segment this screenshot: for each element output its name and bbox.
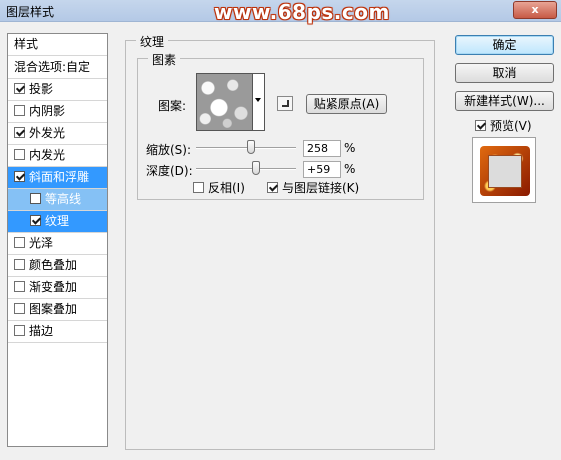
snap-origin-button[interactable]: 贴紧原点(A) <box>306 94 387 114</box>
drop-shadow-checkbox[interactable] <box>14 83 25 94</box>
gradient-overlay-checkbox[interactable] <box>14 281 25 292</box>
pattern-label: 图案: <box>158 99 187 113</box>
satin-checkbox[interactable] <box>14 237 25 248</box>
depth-unit: % <box>344 162 356 176</box>
style-list-item-satin[interactable]: 光泽 <box>8 233 107 255</box>
depth-label: 深度(D): <box>146 164 193 178</box>
style-list-item-blend-options[interactable]: 混合选项:自定 <box>8 57 107 79</box>
pattern-subgroup-title: 图素 <box>148 51 181 68</box>
preview-checkbox[interactable] <box>475 120 486 131</box>
invert-checkbox[interactable] <box>193 182 204 193</box>
inner-shadow-checkbox[interactable] <box>14 105 25 116</box>
preview-option[interactable]: 预览(V) <box>475 117 532 134</box>
style-list-item-texture[interactable]: 纹理 <box>8 211 107 233</box>
style-list-item-inner-glow[interactable]: 内发光 <box>8 145 107 167</box>
pattern-dropdown[interactable] <box>253 73 265 131</box>
new-preset-button[interactable] <box>277 96 293 111</box>
style-list-item-bevel-emboss[interactable]: 斜面和浮雕 <box>8 167 107 189</box>
style-list-item-gradient-overlay[interactable]: 渐变叠加 <box>8 277 107 299</box>
scale-label: 缩放(S): <box>146 143 192 157</box>
style-preview-thumbnail <box>472 137 536 203</box>
scale-slider-thumb[interactable] <box>247 140 255 154</box>
depth-slider-track[interactable] <box>196 168 296 170</box>
depth-slider-thumb[interactable] <box>252 161 260 175</box>
pattern-swatch[interactable] <box>196 73 253 131</box>
scale-slider-track[interactable] <box>196 147 296 149</box>
link-with-layer-option[interactable]: 与图层链接(K) <box>267 179 359 196</box>
title-bar: 图层样式 www.68ps.com x <box>0 0 561 24</box>
style-list: 样式 混合选项:自定 投影 内阴影 外发光 内发光 斜面和浮雕 等高线 纹理 光… <box>7 33 108 447</box>
inner-glow-checkbox[interactable] <box>14 149 25 160</box>
outer-glow-checkbox[interactable] <box>14 127 25 138</box>
new-style-button[interactable]: 新建样式(W)... <box>455 91 554 111</box>
pattern-overlay-checkbox[interactable] <box>14 303 25 314</box>
scale-unit: % <box>344 141 356 155</box>
style-list-item-outer-glow[interactable]: 外发光 <box>8 123 107 145</box>
style-list-item-pattern-overlay[interactable]: 图案叠加 <box>8 299 107 321</box>
cancel-button[interactable]: 取消 <box>455 63 554 83</box>
depth-field[interactable]: +59 <box>303 161 341 178</box>
texture-checkbox[interactable] <box>30 215 41 226</box>
watermark-text: www.68ps.com <box>214 0 390 24</box>
link-with-layer-checkbox[interactable] <box>267 182 278 193</box>
style-list-item-color-overlay[interactable]: 颜色叠加 <box>8 255 107 277</box>
close-button[interactable]: x <box>513 1 557 19</box>
style-list-item-inner-shadow[interactable]: 内阴影 <box>8 101 107 123</box>
preview-inner <box>488 155 522 188</box>
color-overlay-checkbox[interactable] <box>14 259 25 270</box>
ok-button[interactable]: 确定 <box>455 35 554 55</box>
window-title: 图层样式 <box>6 5 55 19</box>
style-list-item-contour[interactable]: 等高线 <box>8 189 107 211</box>
style-list-item-drop-shadow[interactable]: 投影 <box>8 79 107 101</box>
invert-option[interactable]: 反相(I) <box>193 179 245 196</box>
stroke-checkbox[interactable] <box>14 325 25 336</box>
style-list-header: 样式 <box>8 34 107 56</box>
scale-field[interactable]: 258 <box>303 140 341 157</box>
bevel-emboss-checkbox[interactable] <box>14 171 25 182</box>
close-icon: x <box>531 3 539 16</box>
contour-checkbox[interactable] <box>30 193 41 204</box>
style-list-item-stroke[interactable]: 描边 <box>8 321 107 343</box>
texture-group-title: 纹理 <box>136 33 169 50</box>
